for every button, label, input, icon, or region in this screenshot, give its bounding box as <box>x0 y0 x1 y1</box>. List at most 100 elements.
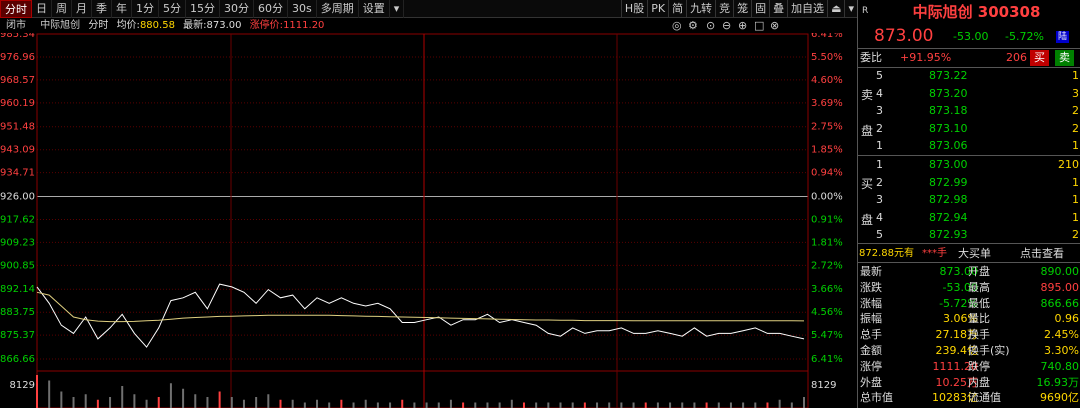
book-side-label: 盘 <box>861 213 874 227</box>
order-level[interactable]: 1 873.00 210 <box>858 157 1080 173</box>
weibi-row: 委比 +91.95% 206 买 卖 <box>858 50 1080 66</box>
axis-right-label: 3.69% <box>811 98 843 109</box>
stat-value: 740.80 <box>1040 359 1080 373</box>
close-icon[interactable]: ⊗ <box>770 19 779 33</box>
avg-label: 均价: <box>116 20 140 31</box>
weicha-value: 206 <box>1006 51 1027 64</box>
stat-label: 最高 <box>968 280 990 294</box>
toolbar-tool[interactable]: H股 <box>620 0 647 18</box>
toolbar-tool[interactable]: 固 <box>751 0 769 18</box>
intraday-chart[interactable]: 985.34 6.41% 976.96 5.50% 968.57 4.60% 960.19 3… <box>0 33 857 408</box>
stat-label: 金额 <box>860 344 882 357</box>
period-tab[interactable]: 1分 <box>132 0 159 18</box>
toolbar-tool[interactable]: 九转 <box>686 0 715 18</box>
toolbar-tool[interactable]: PK <box>647 0 668 18</box>
stock-title: 中际旭创 300308 <box>912 3 1041 21</box>
period-tab[interactable]: 多周期 <box>317 0 359 18</box>
stat-label: 涨跌 <box>860 280 882 294</box>
axis-right-label: 2.72% <box>811 260 843 271</box>
period-tab[interactable]: 设置 <box>359 0 390 18</box>
toolbar-tool[interactable]: 叠 <box>769 0 787 18</box>
stat-label: 跌停 <box>968 359 990 373</box>
period-tab[interactable]: 分时 <box>0 0 32 18</box>
sell-button[interactable]: 卖 <box>1055 50 1074 66</box>
window-icon[interactable]: □ <box>754 19 764 33</box>
period-tab[interactable]: 30s <box>288 0 317 18</box>
axis-right-label: 6.41% <box>811 354 843 365</box>
toolbar-tool[interactable]: 简 <box>668 0 686 18</box>
stat-label: 内盘 <box>968 375 990 389</box>
big-order-price: 872.88元有 <box>859 248 914 259</box>
settings-icon[interactable]: ⚙ <box>688 19 698 33</box>
toolbar-tool[interactable]: 笼 <box>733 0 751 18</box>
price-line <box>36 283 805 348</box>
toolbar-tool[interactable]: 加自选 <box>787 0 827 18</box>
axis-right-label: 0.94% <box>811 168 843 179</box>
minus-icon[interactable]: ⊖ <box>722 19 731 33</box>
level-number: 2 <box>876 175 883 189</box>
book-side-label: 卖 <box>861 88 874 102</box>
stat-row: 涨跌 -53.00 最高 895.00 <box>858 280 1080 296</box>
order-level[interactable]: 2 873.10 2 <box>858 121 1080 137</box>
stat-value: 16.93万 <box>1036 375 1080 389</box>
stat-label: 最低 <box>968 296 990 310</box>
order-level[interactable]: 2 872.99 1 <box>858 175 1080 191</box>
price-change: -53.00 <box>953 30 989 43</box>
period-tab[interactable]: 日 <box>32 0 52 18</box>
chevron-down-icon[interactable]: ▾ <box>390 0 405 18</box>
order-level[interactable]: 3 873.18 2 <box>858 103 1080 119</box>
period-tab[interactable]: 周 <box>52 0 72 18</box>
level-number: 1 <box>876 158 883 171</box>
level-number: 1 <box>876 139 883 152</box>
level-number: 5 <box>876 69 883 82</box>
level-number: 3 <box>876 193 883 206</box>
period-tab[interactable]: 30分 <box>220 0 254 18</box>
big-order-link[interactable]: 点击查看 <box>1020 246 1064 262</box>
stat-label: 总市值 <box>860 391 893 405</box>
chevron-down-icon[interactable]: ▾ <box>844 0 857 18</box>
toolbar-tool[interactable]: 竞 <box>715 0 733 18</box>
period-tab[interactable]: 15分 <box>186 0 220 18</box>
axis-right-label: 5.47% <box>811 330 843 341</box>
order-level[interactable]: 5 872.93 2 <box>858 227 1080 243</box>
axis-left-label: 960.19 <box>0 98 35 109</box>
period-tab[interactable]: 季 <box>92 0 112 18</box>
level-price: 872.98 <box>929 193 968 206</box>
axis-left-label: 900.85 <box>0 260 35 271</box>
plus-icon[interactable]: ⊕ <box>738 19 747 33</box>
axis-left-label: 951.48 <box>0 122 35 133</box>
axis-left-label: 917.62 <box>0 214 35 225</box>
order-level[interactable]: 5 873.22 1 <box>858 68 1080 84</box>
order-level[interactable]: 1 873.06 1 <box>858 138 1080 154</box>
eye-icon[interactable]: ◎ <box>672 19 682 33</box>
stat-label: 流通值 <box>968 391 1001 405</box>
weibi-value: +91.95% <box>900 51 952 64</box>
axis-right-label: 4.56% <box>811 307 843 318</box>
order-level[interactable]: 3 872.98 1 <box>858 192 1080 208</box>
order-level[interactable]: 4 872.94 1 <box>858 210 1080 226</box>
toolbar-tool[interactable]: ⏏ <box>827 0 844 18</box>
level-price: 872.94 <box>929 210 968 224</box>
stat-value: 0.96 <box>1054 312 1080 326</box>
stat-label: 换手(实) <box>968 344 1010 357</box>
period-tab[interactable]: 月 <box>72 0 92 18</box>
level-price: 873.18 <box>929 104 968 117</box>
weibi-label: 委比 <box>860 51 882 64</box>
stat-value: 2.45% <box>1044 328 1079 342</box>
period-tab[interactable]: 60分 <box>254 0 288 18</box>
period-tab[interactable]: 年 <box>112 0 132 18</box>
period-tab[interactable]: 5分 <box>159 0 186 18</box>
zoom-icon[interactable]: ⊙ <box>706 19 715 33</box>
level-volume: 1 <box>1072 193 1079 206</box>
stat-row: 总市值 10283亿 流通值 9690亿 <box>858 390 1080 406</box>
avg-value: 880.58 <box>139 20 175 31</box>
stat-row: 最新 873.00 开盘 890.00 <box>858 264 1080 280</box>
axis-left-label: 883.75 <box>0 307 35 318</box>
level-volume: 1 <box>1072 175 1079 189</box>
average-price-line <box>36 291 805 323</box>
axis-left-label: 875.37 <box>0 330 35 341</box>
level-price: 872.93 <box>929 228 968 241</box>
order-level[interactable]: 4 873.20 3 <box>858 86 1080 102</box>
stat-label: 涨幅 <box>860 296 882 310</box>
buy-button[interactable]: 买 <box>1030 50 1049 66</box>
